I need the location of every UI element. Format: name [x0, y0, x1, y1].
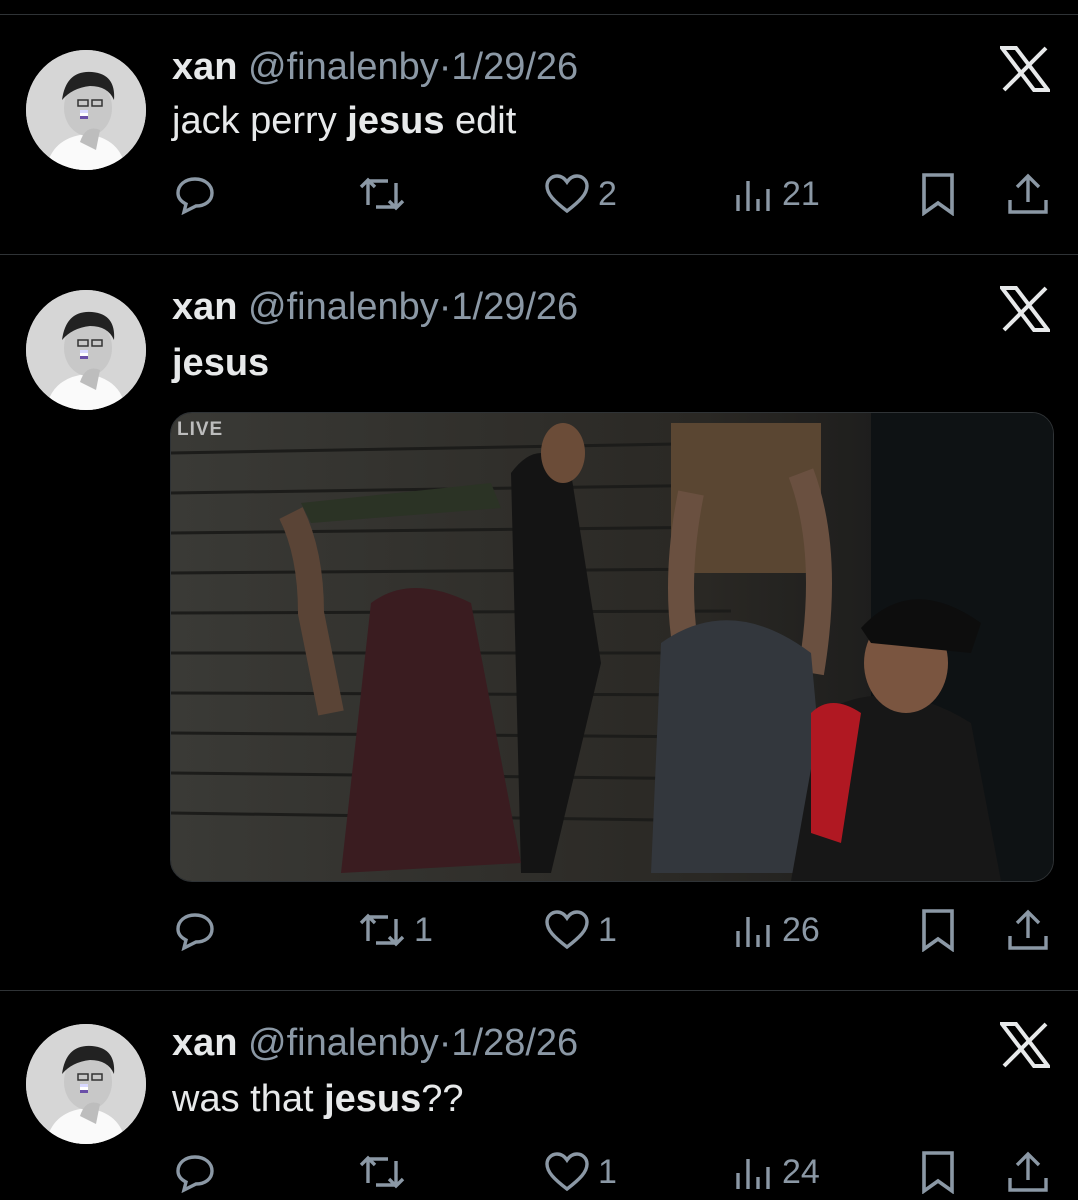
- heart-icon: [544, 173, 590, 215]
- x-logo-icon: [997, 46, 1053, 92]
- like-count: 1: [598, 910, 617, 949]
- share-icon: [1006, 908, 1050, 952]
- share-button[interactable]: [1006, 904, 1050, 956]
- tweet-actions: 2 21: [0, 168, 1078, 220]
- author-name[interactable]: xan: [172, 286, 237, 328]
- tweet-text: jesus: [172, 342, 269, 385]
- reply-icon: [174, 1151, 216, 1193]
- tweet-header: xan @finalenby·1/29/26: [172, 286, 578, 329]
- tweet-divider: [0, 254, 1078, 255]
- share-icon: [1006, 1150, 1050, 1194]
- live-badge: LIVE: [177, 419, 224, 440]
- like-button[interactable]: 2: [544, 168, 617, 220]
- top-divider: [0, 14, 1078, 15]
- bookmark-button[interactable]: [918, 168, 958, 220]
- reply-icon: [174, 909, 216, 951]
- tweet-media-video[interactable]: LIVE: [170, 412, 1054, 882]
- tweet-actions: 1 1 26: [0, 904, 1078, 956]
- tweet-date[interactable]: 1/29/26: [451, 46, 578, 88]
- author-handle[interactable]: @finalenby: [248, 1022, 439, 1064]
- video-frame: [171, 413, 1053, 881]
- reply-icon: [174, 173, 216, 215]
- tweet-text-part: ??: [421, 1078, 464, 1120]
- views-button[interactable]: 24: [734, 1146, 820, 1198]
- x-logo-icon: [997, 1022, 1053, 1068]
- avatar[interactable]: [26, 1024, 146, 1144]
- bookmark-button[interactable]: [918, 1146, 958, 1198]
- share-button[interactable]: [1006, 168, 1050, 220]
- retweet-icon: [358, 173, 406, 215]
- tweet-text-bold: jesus: [324, 1078, 422, 1120]
- tweet-actions: 1 24: [0, 1146, 1078, 1198]
- tweet-text: was that jesus??: [172, 1078, 464, 1121]
- views-count: 21: [782, 174, 820, 213]
- tweet-text-bold: jesus: [172, 342, 270, 384]
- tweet-text-part: edit: [444, 100, 517, 142]
- tweet-text-part: was that: [172, 1078, 325, 1120]
- retweet-icon: [358, 909, 406, 951]
- like-count: 2: [598, 174, 617, 213]
- reply-button[interactable]: [174, 904, 216, 956]
- author-name[interactable]: xan: [172, 46, 237, 88]
- views-button[interactable]: 26: [734, 904, 820, 956]
- avatar[interactable]: [26, 290, 146, 410]
- separator-dot: ·: [438, 46, 452, 88]
- retweet-button[interactable]: [358, 168, 414, 220]
- like-count: 1: [598, 1152, 617, 1191]
- avatar[interactable]: [26, 50, 146, 170]
- heart-icon: [544, 909, 590, 951]
- bookmark-icon: [918, 908, 958, 952]
- tweet-header: xan @finalenby·1/29/26: [172, 46, 578, 89]
- tweet-header: xan @finalenby·1/28/26: [172, 1022, 578, 1065]
- reply-button[interactable]: [174, 1146, 216, 1198]
- tweet-divider: [0, 990, 1078, 991]
- like-button[interactable]: 1: [544, 904, 617, 956]
- retweet-count: 1: [414, 910, 433, 949]
- views-count: 26: [782, 910, 820, 949]
- like-button[interactable]: 1: [544, 1146, 617, 1198]
- retweet-icon: [358, 1151, 406, 1193]
- bookmark-button[interactable]: [918, 904, 958, 956]
- share-icon: [1006, 172, 1050, 216]
- tweet-date[interactable]: 1/28/26: [451, 1022, 578, 1064]
- bookmark-icon: [918, 1150, 958, 1194]
- x-logo-icon: [997, 286, 1053, 332]
- tweet-text-bold: jesus: [347, 100, 445, 142]
- reply-button[interactable]: [174, 168, 216, 220]
- views-icon: [734, 909, 774, 951]
- author-handle[interactable]: @finalenby: [248, 286, 439, 328]
- tweet-date[interactable]: 1/29/26: [451, 286, 578, 328]
- heart-icon: [544, 1151, 590, 1193]
- tweet-text: jack perry jesus edit: [172, 100, 516, 143]
- views-icon: [734, 1151, 774, 1193]
- tweet-text-part: jack perry: [172, 100, 348, 142]
- share-button[interactable]: [1006, 1146, 1050, 1198]
- views-button[interactable]: 21: [734, 168, 820, 220]
- separator-dot: ·: [438, 1022, 452, 1064]
- bookmark-icon: [918, 172, 958, 216]
- separator-dot: ·: [438, 286, 452, 328]
- retweet-button[interactable]: [358, 1146, 414, 1198]
- author-name[interactable]: xan: [172, 1022, 237, 1064]
- views-icon: [734, 173, 774, 215]
- retweet-button[interactable]: 1: [358, 904, 433, 956]
- views-count: 24: [782, 1152, 820, 1191]
- author-handle[interactable]: @finalenby: [248, 46, 439, 88]
